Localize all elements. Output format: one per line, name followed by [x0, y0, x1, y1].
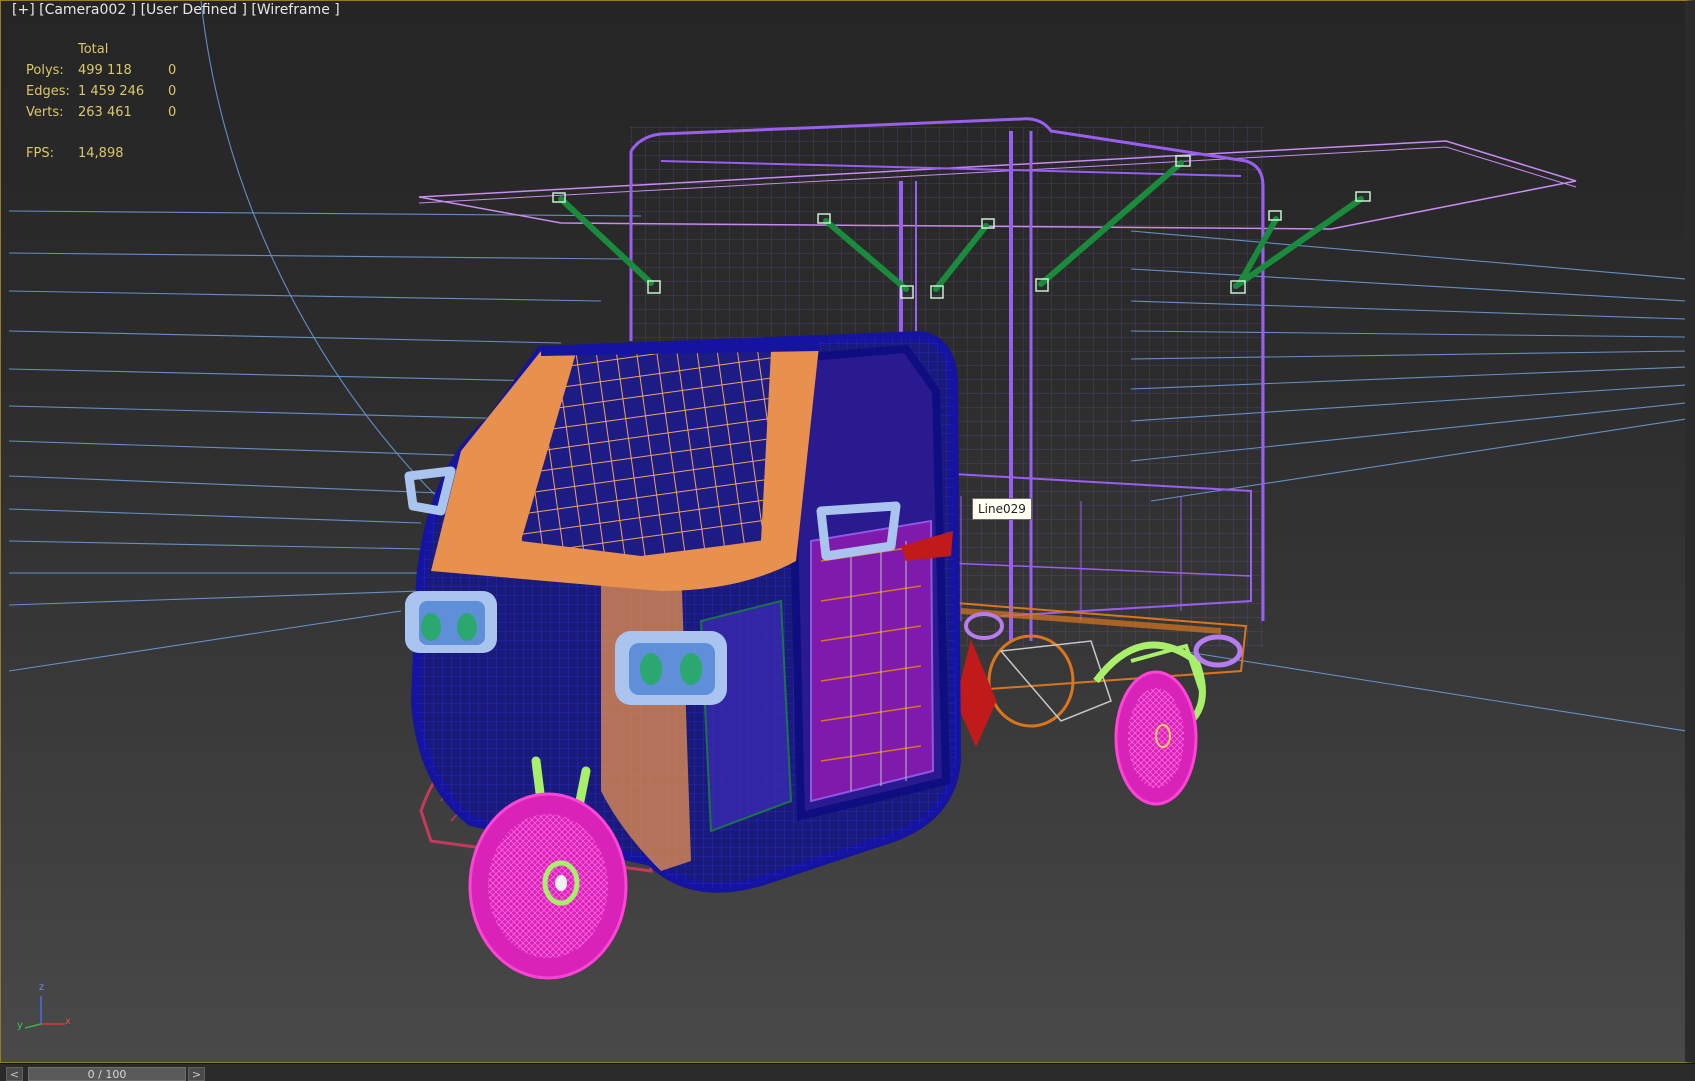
stats-verts-selected: 0: [168, 105, 177, 120]
stats-fps-value: 14,898: [78, 146, 124, 161]
axis-gizmo: z x y: [15, 982, 75, 1031]
stats-verts-total: 263 461: [78, 105, 132, 120]
wireframe-scene[interactable]: [1, 1, 1686, 1063]
perspective-viewport[interactable]: [+] [Camera002 ] [User Defined ] [Wirefr…: [0, 0, 1695, 1063]
axis-y-label: y: [17, 1020, 23, 1031]
stats-column-header: Total: [78, 42, 109, 57]
stats-fps-label: FPS:: [26, 146, 54, 161]
previous-frame-button[interactable]: <: [6, 1067, 23, 1081]
stats-polys-selected: 0: [168, 63, 177, 78]
chevron-right-icon: >: [191, 1068, 202, 1081]
time-slider-bar: < 0 / 100 >: [0, 1063, 1695, 1081]
time-slider[interactable]: 0 / 100: [28, 1067, 186, 1081]
next-frame-button[interactable]: >: [188, 1067, 205, 1081]
stats-edges-total: 1 459 246: [78, 84, 145, 99]
rear-wheel: [1114, 670, 1198, 806]
axis-x-label: x: [65, 1016, 71, 1027]
frame-counter: 0 / 100: [87, 1068, 127, 1081]
viewport-label[interactable]: [+] [Camera002 ] [User Defined ] [Wirefr…: [12, 2, 340, 18]
object-name-tooltip: Line029: [972, 498, 1032, 520]
cabin-hood: [431, 341, 820, 591]
front-wheel: [468, 792, 628, 980]
stats-polys-total: 499 118: [78, 63, 132, 78]
stats-verts-label: Verts:: [26, 105, 64, 120]
axis-z-label: z: [39, 982, 45, 993]
chevron-left-icon: <: [9, 1068, 20, 1081]
stats-edges-selected: 0: [168, 84, 177, 99]
stats-polys-label: Polys:: [26, 63, 64, 78]
stats-edges-label: Edges:: [26, 84, 70, 99]
